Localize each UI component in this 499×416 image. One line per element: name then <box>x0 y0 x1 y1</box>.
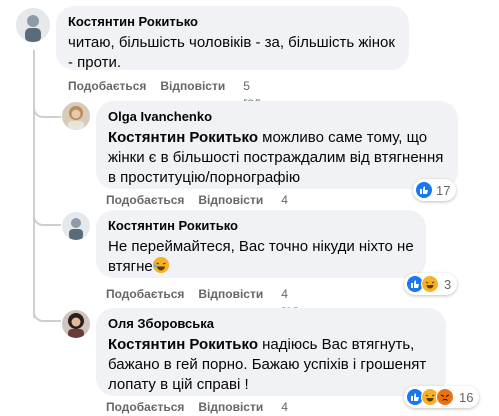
comment-bubble: Оля Зборовська Костянтин Рокитько надіюс… <box>96 308 446 396</box>
comment-text: Костянтин Рокитько надіюсь Вас втягнуть,… <box>108 335 434 395</box>
reaction-count: 17 <box>436 182 451 198</box>
mention-link[interactable]: Костянтин Рокитько <box>108 336 258 353</box>
reaction-count: 3 <box>444 276 452 292</box>
thread-elbow <box>33 198 61 226</box>
reaction-summary[interactable]: 3 <box>404 273 458 295</box>
mention-link[interactable]: Костянтин Рокитько <box>108 129 258 146</box>
like-link[interactable]: Подобається <box>106 399 184 416</box>
comment-body-line: Не переймайтеся, Вас точно нікуди ніхто … <box>108 238 414 255</box>
reaction-summary[interactable]: 17 <box>413 179 457 201</box>
reply-link[interactable]: Відповісти <box>198 399 263 416</box>
comment-body-line: втягне <box>108 258 153 275</box>
comment-text: читаю, більшість чоловіків - за, більшіс… <box>68 34 395 71</box>
haha-icon <box>421 275 439 293</box>
comment-author[interactable]: Костянтин Рокитько <box>68 14 397 30</box>
comment-author[interactable]: Костянтин Рокитько <box>108 218 414 234</box>
comment-bubble: Костянтин Рокитько Не переймайтеся, Вас … <box>96 210 426 278</box>
like-icon <box>415 181 433 199</box>
reaction-summary[interactable]: 16 <box>404 386 480 408</box>
comment-time[interactable]: 4 год <box>281 399 299 416</box>
avatar[interactable] <box>62 102 90 130</box>
angry-icon <box>436 388 454 406</box>
thread-elbow <box>33 90 61 118</box>
comment-text: Костянтин Рокитько можливо саме тому, що… <box>108 128 446 188</box>
thread-elbow <box>33 292 61 322</box>
reaction-count: 16 <box>459 389 474 405</box>
comment-bubble: Костянтин Рокитько читаю, більшість чоло… <box>56 6 409 71</box>
avatar[interactable] <box>62 212 90 240</box>
comment-author[interactable]: Olga Ivanchenko <box>108 109 446 125</box>
laughing-emoji-icon <box>152 257 169 273</box>
comment-bubble: Olga Ivanchenko Костянтин Рокитько можли… <box>96 101 458 189</box>
comment-text: Не переймайтеся, Вас точно нікуди ніхто … <box>108 237 414 277</box>
avatar[interactable] <box>16 8 50 42</box>
comment-actions: Подобається Відповісти 4 год <box>106 399 299 416</box>
avatar[interactable] <box>62 310 90 338</box>
comment-author[interactable]: Оля Зборовська <box>108 316 434 332</box>
